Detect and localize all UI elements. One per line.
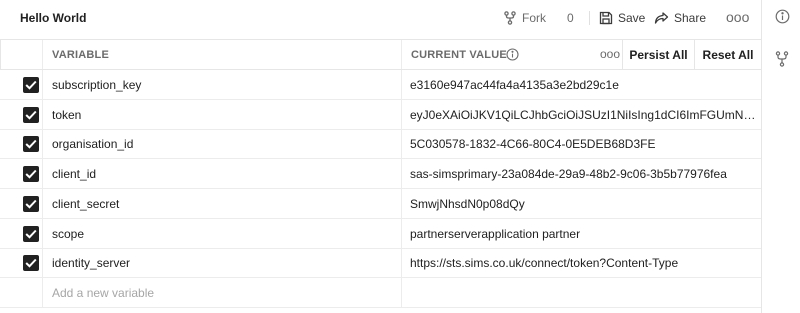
info-icon[interactable] — [506, 48, 519, 64]
table-row: client_secret SmwjNhsdN0p08dQy — [0, 188, 761, 219]
right-sidebar — [761, 0, 800, 313]
current-value[interactable]: https://sts.sims.co.uk/connect/token?Con… — [410, 256, 756, 270]
fork-label: Fork — [522, 11, 546, 25]
column-header-variable: VARIABLE — [52, 49, 110, 61]
fork-count: 0 — [567, 11, 574, 25]
save-label: Save — [618, 11, 646, 25]
share-button[interactable]: Share — [654, 9, 706, 27]
save-icon — [599, 11, 613, 25]
row-checkbox[interactable] — [23, 225, 39, 242]
column-more-icon[interactable]: ooo — [600, 47, 620, 61]
current-value[interactable]: SmwjNhsdN0p08dQy — [410, 197, 756, 211]
fork-icon — [503, 11, 517, 25]
info-icon[interactable] — [775, 9, 790, 27]
add-variable-input[interactable]: Add a new variable — [52, 286, 154, 300]
table-row: identity_server https://sts.sims.co.uk/co… — [0, 248, 761, 279]
row-checkbox[interactable] — [23, 195, 39, 212]
table-row: client_id sas-simsprimary-23a084de-29a9-4… — [0, 159, 761, 190]
variable-name[interactable]: subscription_key — [52, 78, 141, 92]
variable-name[interactable]: client_secret — [52, 197, 119, 211]
current-value[interactable]: partnerserverapplication partner — [410, 227, 756, 241]
table-header: VARIABLE CURRENT VALUE ooo Persist All R… — [0, 39, 761, 70]
row-checkbox[interactable] — [23, 106, 39, 123]
table-row: token eyJ0eXAiOiJKV1QiLCJhbGciOiJSUzI1NiI… — [0, 99, 761, 130]
variable-name[interactable]: token — [52, 108, 81, 122]
reset-all-button[interactable]: Reset All — [694, 40, 761, 69]
current-value[interactable]: e3160e947ac44fa4a4135a3e2bd29c1e — [410, 78, 756, 92]
row-checkbox[interactable] — [23, 77, 39, 93]
current-value[interactable]: 5C030578-1832-4C66-80C4-0E5DEB68D3FE — [410, 137, 756, 151]
column-header-current-value: CURRENT VALUE — [411, 49, 507, 61]
share-icon — [654, 11, 669, 25]
share-label: Share — [674, 11, 707, 25]
variable-name[interactable]: client_id — [52, 167, 96, 181]
row-checkbox[interactable] — [23, 255, 39, 272]
fork-button[interactable]: Fork — [503, 9, 546, 27]
toolbar-divider — [589, 11, 590, 25]
current-value[interactable]: sas-simsprimary-23a084de-29a9-48b2-9c06-… — [410, 167, 756, 181]
current-value[interactable]: eyJ0eXAiOiJKV1QiLCJhbGciOiJSUzI1NiIsIng1… — [410, 108, 756, 122]
table-row: scope partnerserverapplication partner — [0, 218, 761, 249]
table-row: organisation_id 5C030578-1832-4C66-80C4-0… — [0, 129, 761, 160]
row-checkbox[interactable] — [23, 166, 39, 183]
new-variable-row: Add a new variable — [0, 277, 761, 308]
variable-name[interactable]: scope — [52, 227, 84, 241]
persist-all-button[interactable]: Persist All — [622, 40, 694, 69]
more-options-icon[interactable]: ooo — [726, 8, 749, 26]
variable-name[interactable]: identity_server — [52, 256, 130, 270]
variable-name[interactable]: organisation_id — [52, 137, 133, 151]
collection-title: Hello World — [20, 11, 87, 25]
table-row: subscription_key e3160e947ac44fa4a4135a3e… — [0, 70, 761, 100]
save-button[interactable]: Save — [599, 9, 645, 27]
fork-icon[interactable] — [775, 51, 789, 70]
toolbar: Hello World Fork 0 Save Share ooo — [0, 0, 761, 36]
row-checkbox[interactable] — [23, 136, 39, 153]
